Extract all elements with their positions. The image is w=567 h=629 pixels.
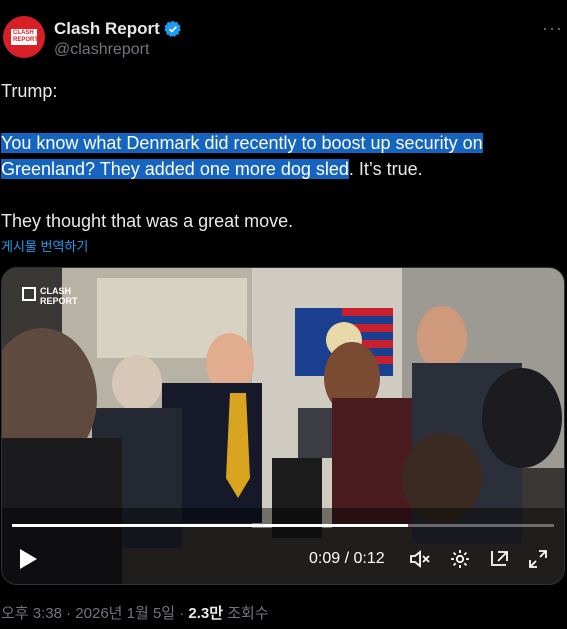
author-display-name[interactable]: Clash Report	[54, 19, 160, 39]
tweet-line: Trump:	[1, 81, 58, 101]
play-icon[interactable]	[18, 548, 38, 570]
views-count: 2.3만	[188, 605, 224, 622]
more-options-icon[interactable]: ···	[542, 18, 563, 39]
watermark-text: CLASH REPORT	[40, 286, 78, 306]
tweet-meta: 오후 3:38 · 2026년 1월 5일 · 2.3만 조회수	[1, 602, 269, 623]
author-handle[interactable]: @clashreport	[54, 41, 149, 59]
time-separator: /	[344, 550, 350, 567]
tweet-line: You know what Denmark did recently to bo…	[1, 130, 561, 182]
settings-icon[interactable]	[449, 548, 471, 570]
timestamp[interactable]: 오후 3:38 · 2026년 1월 5일 ·	[1, 605, 188, 622]
video-progress-bar[interactable]	[12, 524, 554, 527]
tweet-text: Trump: You know what Denmark did recentl…	[1, 78, 561, 234]
popout-icon[interactable]	[489, 548, 511, 570]
video-frame	[2, 268, 564, 584]
video-player[interactable]: CLASH REPORT 0:09 / 0:12	[1, 267, 565, 585]
video-time: 0:09 / 0:12	[309, 550, 385, 568]
avatar-logo: CLASH REPORT	[11, 29, 39, 45]
current-time: 0:09	[309, 550, 341, 567]
mute-icon[interactable]	[409, 548, 431, 570]
fullscreen-icon[interactable]	[527, 548, 549, 570]
duration: 0:12	[353, 550, 385, 567]
tweet-line-rest: . It’s true.	[348, 159, 423, 179]
tweet-line: They thought that was a great move.	[1, 211, 294, 231]
translate-post-link[interactable]: 게시물 번역하기	[1, 236, 88, 255]
verified-badge-icon	[164, 20, 181, 37]
tweet-header: CLASH REPORT Clash Report @clashreport ·…	[0, 0, 567, 70]
watermark-logo-icon	[22, 287, 36, 301]
video-progress-fill	[12, 524, 408, 527]
avatar[interactable]: CLASH REPORT	[3, 16, 45, 58]
video-watermark: CLASH REPORT	[22, 286, 90, 310]
views-label: 조회수	[223, 605, 269, 622]
